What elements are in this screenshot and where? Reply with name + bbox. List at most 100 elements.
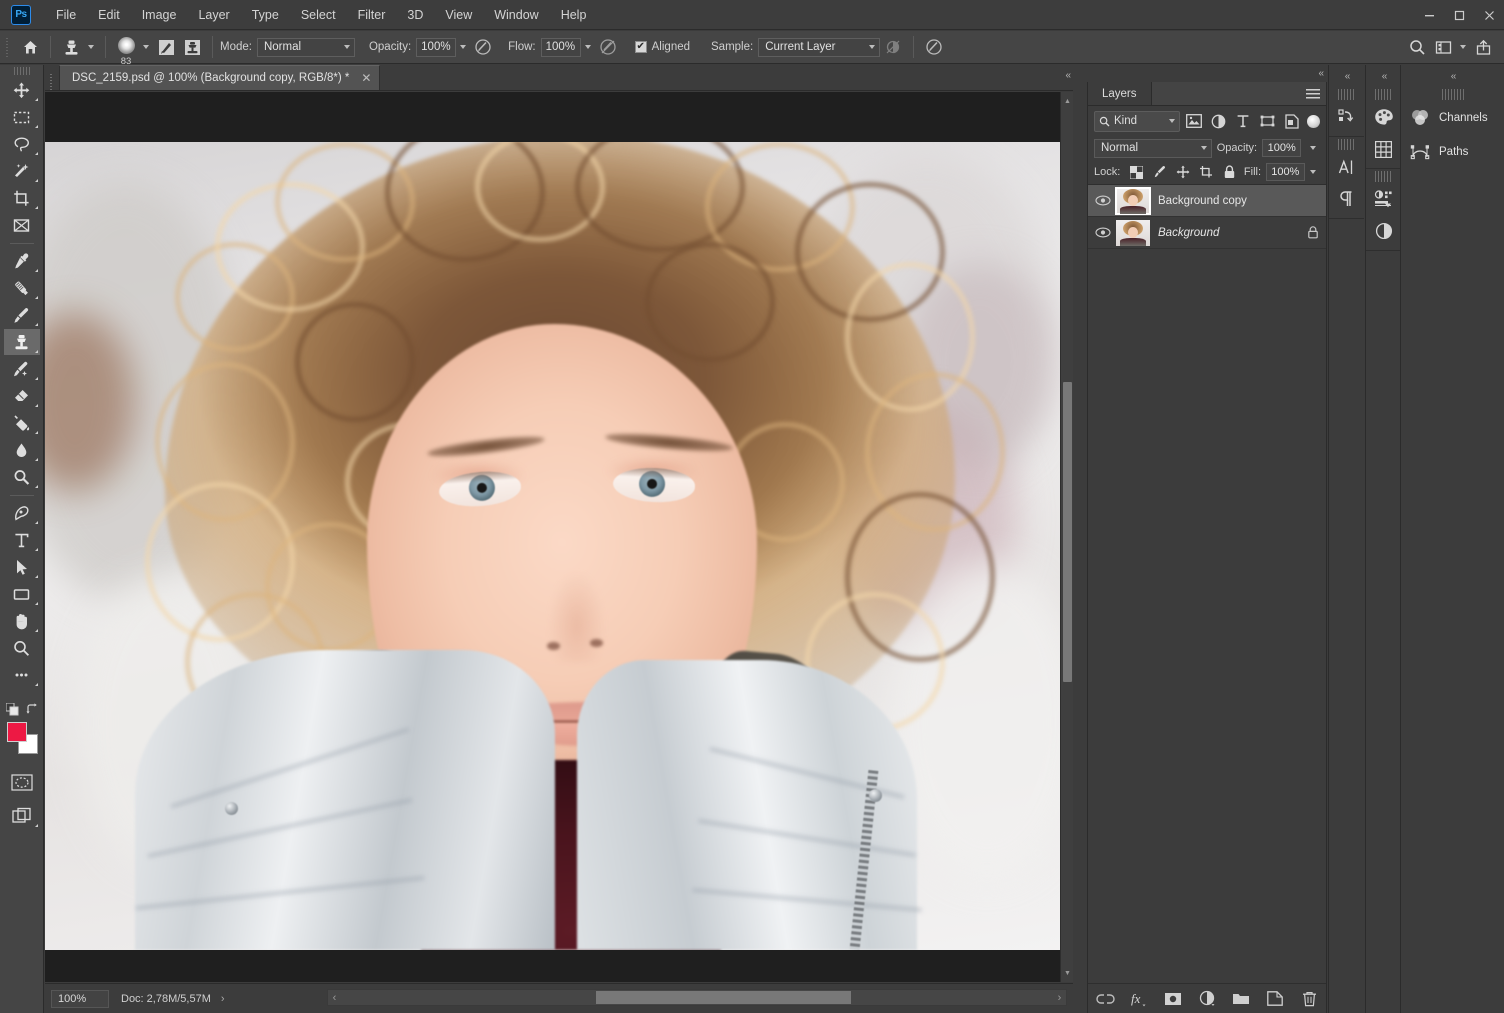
edit-toolbar-button[interactable] xyxy=(4,662,40,688)
new-layer-button[interactable] xyxy=(1264,988,1286,1010)
menu-edit[interactable]: Edit xyxy=(87,4,131,26)
search-icon[interactable] xyxy=(1404,34,1430,60)
color-panel-icon[interactable] xyxy=(1367,101,1401,133)
layer-thumbnail[interactable] xyxy=(1116,188,1150,214)
zoom-level-input[interactable]: 100% xyxy=(51,990,109,1008)
minimize-button[interactable] xyxy=(1414,0,1444,30)
canvas-area[interactable]: ▲ ▼ xyxy=(45,92,1073,982)
layer-name[interactable]: Background xyxy=(1158,227,1300,239)
rail-grip[interactable] xyxy=(1375,171,1393,182)
rail-grip[interactable] xyxy=(1375,89,1393,100)
pressure-size-icon[interactable] xyxy=(921,34,947,60)
lasso-tool[interactable] xyxy=(4,131,40,157)
rail-grip[interactable] xyxy=(1338,89,1356,100)
sample-select[interactable]: Current Layer xyxy=(758,38,880,57)
menu-filter[interactable]: Filter xyxy=(347,4,397,26)
rectangular-marquee-tool[interactable] xyxy=(4,104,40,130)
layer-opacity-input[interactable]: 100% xyxy=(1262,139,1301,157)
crop-tool[interactable] xyxy=(4,185,40,211)
options-bar-grip[interactable] xyxy=(3,36,13,58)
flow-input[interactable]: 100% xyxy=(541,38,581,57)
canvas-horizontal-scroll-thumb[interactable] xyxy=(596,991,851,1004)
collapse-panel-icon[interactable]: « xyxy=(1318,68,1322,79)
move-tool[interactable] xyxy=(4,77,40,103)
filter-shape-layers[interactable] xyxy=(1256,110,1277,132)
airbrush-icon[interactable] xyxy=(595,34,621,60)
frame-tool[interactable] xyxy=(4,212,40,238)
status-expand-icon[interactable]: › xyxy=(221,993,225,1005)
dodge-tool[interactable] xyxy=(4,464,40,490)
clone-stamp-tool[interactable] xyxy=(4,329,40,355)
add-layer-mask-button[interactable] xyxy=(1162,988,1184,1010)
lock-position[interactable] xyxy=(1173,162,1194,182)
tab-layers[interactable]: Layers xyxy=(1088,82,1152,105)
foreground-color-swatch[interactable] xyxy=(7,722,27,742)
layer-row-background-copy[interactable]: Background copy xyxy=(1088,185,1326,217)
panel-menu-icon[interactable] xyxy=(1306,88,1320,100)
opacity-chevron-down-icon[interactable] xyxy=(456,38,470,57)
collapse-icon[interactable]: « xyxy=(1329,65,1364,87)
history-brush-tool[interactable] xyxy=(4,356,40,382)
document-tab[interactable]: DSC_2159.psd @ 100% (Background copy, RG… xyxy=(59,65,380,90)
home-icon[interactable] xyxy=(17,34,43,60)
eraser-tool[interactable] xyxy=(4,383,40,409)
maximize-button[interactable] xyxy=(1444,0,1474,30)
layer-thumbnail[interactable] xyxy=(1116,220,1150,246)
share-icon[interactable] xyxy=(1470,34,1496,60)
quick-selection-tool[interactable] xyxy=(4,158,40,184)
scroll-right-arrow-icon[interactable]: › xyxy=(1053,992,1066,1004)
swap-colors-icon[interactable] xyxy=(26,703,38,715)
layer-visibility-toggle[interactable] xyxy=(1090,195,1116,206)
collapse-icon[interactable]: « xyxy=(1366,65,1401,87)
canvas-horizontal-scrollbar[interactable]: ‹ › xyxy=(327,989,1067,1006)
brush-preset-chevron-down-icon[interactable] xyxy=(139,38,153,57)
layer-fill-input[interactable]: 100% xyxy=(1266,163,1305,181)
layer-filter-kind-select[interactable]: Kind xyxy=(1094,111,1180,132)
brush-tool[interactable] xyxy=(4,302,40,328)
menu-3d[interactable]: 3D xyxy=(396,4,434,26)
rail-grip[interactable] xyxy=(1338,139,1356,150)
brush-preview[interactable]: 83 xyxy=(113,35,139,59)
horizontal-type-tool[interactable] xyxy=(4,527,40,553)
spot-healing-brush-tool[interactable] xyxy=(4,275,40,301)
filter-type-layers[interactable] xyxy=(1232,110,1253,132)
character-panel-icon[interactable] xyxy=(1330,151,1364,183)
eyedropper-tool[interactable] xyxy=(4,248,40,274)
layer-visibility-toggle[interactable] xyxy=(1090,227,1116,238)
canvas-vertical-scroll-thumb[interactable] xyxy=(1063,382,1072,682)
filter-adjustment-layers[interactable] xyxy=(1208,110,1229,132)
channels-panel[interactable]: Channels xyxy=(1401,101,1504,135)
swatches-panel-icon[interactable] xyxy=(1367,133,1401,165)
properties-panel-icon[interactable] xyxy=(1367,215,1401,247)
delete-layer-button[interactable] xyxy=(1298,988,1320,1010)
opacity-input[interactable]: 100% xyxy=(416,38,456,57)
tool-preset-chevron-down-icon[interactable] xyxy=(84,38,98,57)
collapse-icon[interactable]: « xyxy=(1401,65,1504,87)
hand-tool[interactable] xyxy=(4,608,40,634)
new-adjustment-layer-button[interactable] xyxy=(1196,988,1218,1010)
rail-grip[interactable] xyxy=(1442,89,1464,100)
rectangle-tool[interactable] xyxy=(4,581,40,607)
adjustments-panel-icon[interactable] xyxy=(1367,183,1401,215)
scroll-down-arrow-icon[interactable]: ▼ xyxy=(1061,966,1073,980)
close-icon[interactable]: ✕ xyxy=(361,72,371,84)
lock-artboard-nesting[interactable] xyxy=(1196,162,1217,182)
workspace-switcher-icon[interactable] xyxy=(1430,34,1456,60)
tool-preset-clone-stamp-icon[interactable] xyxy=(58,34,84,60)
flow-chevron-down-icon[interactable] xyxy=(581,38,595,57)
toolbar-grip[interactable] xyxy=(14,67,30,75)
menu-file[interactable]: File xyxy=(45,4,87,26)
menu-select[interactable]: Select xyxy=(290,4,347,26)
aligned-checkbox[interactable]: ✔ Aligned xyxy=(635,41,695,53)
zoom-tool[interactable] xyxy=(4,635,40,661)
filter-toggle-switch[interactable] xyxy=(1307,115,1320,128)
layer-opacity-chevron-down-icon[interactable] xyxy=(1306,139,1320,158)
paragraph-panel-icon[interactable] xyxy=(1330,183,1364,215)
collapse-tabs-icon[interactable]: « xyxy=(1065,70,1069,81)
layer-blend-mode-select[interactable]: Normal xyxy=(1094,139,1212,158)
tab-bar-grip[interactable] xyxy=(47,70,57,90)
layer-row-background[interactable]: Background xyxy=(1088,217,1326,249)
menu-help[interactable]: Help xyxy=(550,4,598,26)
pen-tool[interactable] xyxy=(4,500,40,526)
menu-view[interactable]: View xyxy=(434,4,483,26)
